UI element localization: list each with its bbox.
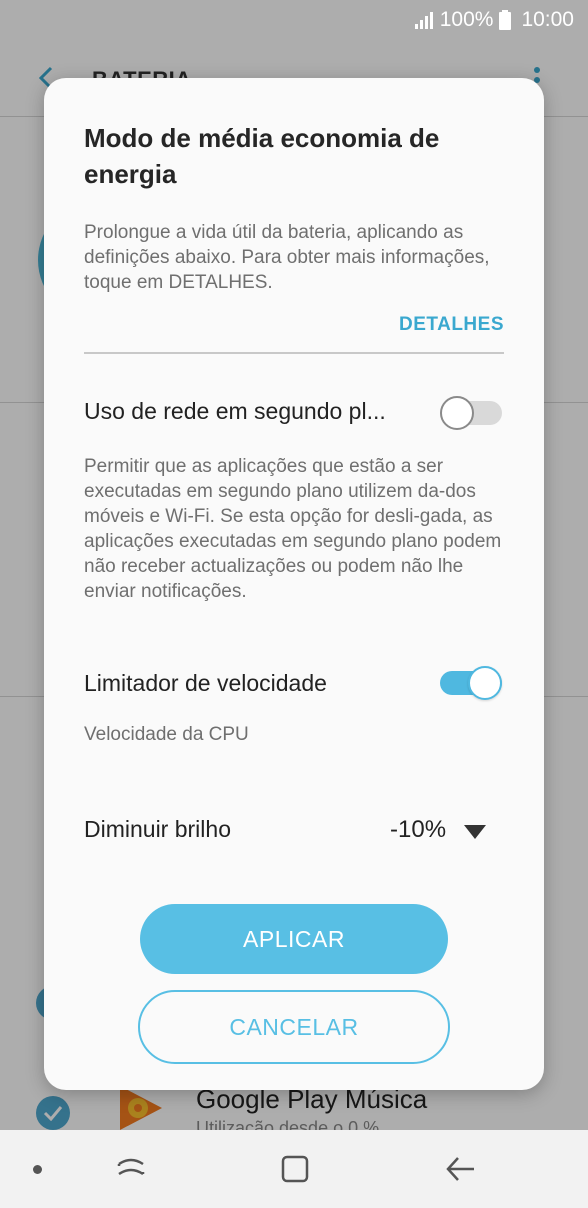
navigation-bar bbox=[0, 1130, 588, 1208]
home-icon[interactable] bbox=[280, 1154, 310, 1184]
dialog-title: Modo de média economia de energia bbox=[84, 123, 440, 189]
brightness-dropdown[interactable]: -10% bbox=[390, 816, 446, 844]
background-network-toggle[interactable] bbox=[440, 396, 502, 430]
dropdown-arrow-icon[interactable] bbox=[464, 825, 486, 839]
signal-icon bbox=[414, 12, 433, 29]
background-network-label: Uso de rede em segundo pl... bbox=[84, 398, 386, 424]
recents-icon[interactable] bbox=[114, 1152, 148, 1186]
battery-percent: 100% bbox=[439, 8, 494, 31]
speed-limiter-toggle[interactable] bbox=[440, 666, 502, 700]
dialog-description: Prolongue a vida útil da bateria, aplica… bbox=[84, 222, 490, 293]
clock: 10:00 bbox=[521, 8, 574, 31]
speed-limiter-sub: Velocidade da CPU bbox=[84, 724, 249, 745]
background-network-description: Permitir que as aplicações que estão a s… bbox=[84, 456, 502, 602]
power-saving-dialog: Modo de média economia de energia Prolon… bbox=[44, 78, 544, 1090]
battery-icon bbox=[499, 10, 512, 30]
speed-limiter-label: Limitador de velocidade bbox=[84, 670, 327, 696]
cancel-button[interactable]: CANCELAR bbox=[138, 990, 450, 1064]
back-icon[interactable] bbox=[444, 1152, 476, 1186]
apply-button[interactable]: APLICAR bbox=[140, 904, 448, 974]
details-link[interactable]: DETALHES bbox=[399, 314, 504, 336]
divider bbox=[84, 352, 504, 354]
brightness-label: Diminuir brilho bbox=[84, 816, 231, 842]
nav-dot-icon[interactable] bbox=[33, 1165, 42, 1174]
status-bar: 100% 10:00 bbox=[0, 0, 588, 40]
